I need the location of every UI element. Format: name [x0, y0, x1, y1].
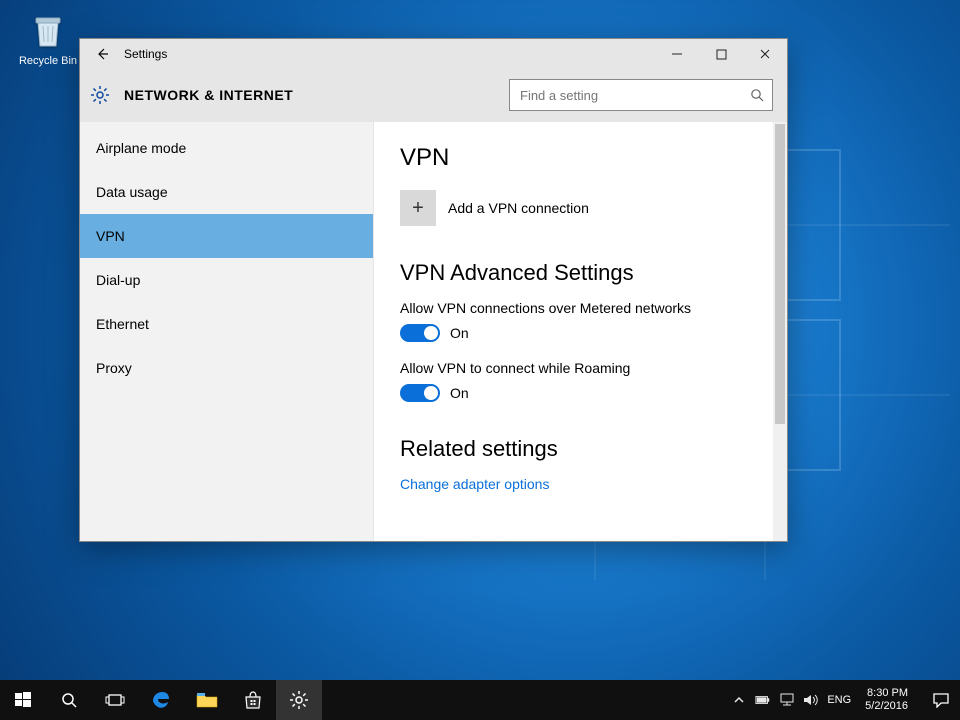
roaming-label: Allow VPN to connect while Roaming [400, 360, 747, 376]
sidebar-item-data-usage[interactable]: Data usage [80, 170, 373, 214]
settings-taskbar-button[interactable] [276, 680, 322, 720]
section-heading-related: Related settings [400, 436, 747, 462]
content-pane: VPN + Add a VPN connection VPN Advanced … [374, 122, 773, 541]
search-icon [750, 88, 764, 102]
sidebar-item-ethernet[interactable]: Ethernet [80, 302, 373, 346]
add-vpn-label: Add a VPN connection [448, 200, 589, 216]
minimize-button[interactable] [655, 39, 699, 69]
scrollbar-thumb[interactable] [775, 124, 785, 424]
change-adapter-options-link[interactable]: Change adapter options [400, 476, 747, 492]
titlebar: Settings [80, 39, 787, 69]
store-button[interactable] [230, 680, 276, 720]
back-button[interactable] [80, 39, 124, 69]
battery-icon[interactable] [755, 692, 771, 708]
close-button[interactable] [743, 39, 787, 69]
search-box[interactable] [509, 79, 773, 111]
section-heading-vpn: VPN [400, 144, 747, 172]
metered-networks-state: On [450, 325, 469, 341]
clock-date: 5/2/2016 [865, 700, 908, 713]
store-icon [243, 690, 263, 710]
search-icon [60, 691, 78, 709]
page-title: NETWORK & INTERNET [124, 87, 509, 103]
roaming-toggle[interactable] [400, 384, 440, 402]
sidebar-item-airplane-mode[interactable]: Airplane mode [80, 126, 373, 170]
edge-button[interactable] [138, 680, 184, 720]
network-icon[interactable] [779, 692, 795, 708]
sidebar-item-dial-up[interactable]: Dial-up [80, 258, 373, 302]
gear-icon [90, 85, 110, 105]
file-explorer-button[interactable] [184, 680, 230, 720]
edge-icon [150, 689, 172, 711]
folder-icon [196, 691, 218, 709]
scrollbar[interactable] [773, 122, 787, 541]
sidebar-item-vpn[interactable]: VPN [80, 214, 373, 258]
maximize-button[interactable] [699, 39, 743, 69]
window-title: Settings [124, 47, 167, 61]
task-view-button[interactable] [92, 680, 138, 720]
section-heading-vpn-advanced: VPN Advanced Settings [400, 260, 747, 286]
tray-clock[interactable]: 8:30 PM 5/2/2016 [859, 687, 914, 713]
metered-networks-label: Allow VPN connections over Metered netwo… [400, 300, 747, 316]
volume-icon[interactable] [803, 692, 819, 708]
start-button[interactable] [0, 680, 46, 720]
metered-networks-toggle[interactable] [400, 324, 440, 342]
recycle-bin-icon [26, 8, 70, 52]
clock-time: 8:30 PM [865, 687, 908, 700]
task-view-icon [105, 692, 125, 708]
recycle-bin-label: Recycle Bin [12, 55, 84, 67]
taskbar: ENG 8:30 PM 5/2/2016 [0, 680, 960, 720]
tray-chevron-up-icon[interactable] [731, 692, 747, 708]
notification-icon [932, 692, 950, 708]
search-input[interactable] [518, 87, 750, 104]
add-vpn-connection-button[interactable]: + Add a VPN connection [400, 190, 747, 226]
tray-language[interactable]: ENG [827, 694, 851, 706]
system-tray: ENG 8:30 PM 5/2/2016 [723, 680, 922, 720]
header-bar: NETWORK & INTERNET [80, 69, 787, 122]
search-button[interactable] [46, 680, 92, 720]
sidebar-item-proxy[interactable]: Proxy [80, 346, 373, 390]
recycle-bin-desktop-icon[interactable]: Recycle Bin [12, 8, 84, 67]
windows-icon [14, 691, 32, 709]
plus-icon: + [400, 190, 436, 226]
roaming-state: On [450, 385, 469, 401]
settings-window: Settings [79, 38, 788, 542]
action-center-button[interactable] [922, 680, 960, 720]
sidebar: Airplane mode Data usage VPN Dial-up Eth… [80, 122, 374, 541]
gear-icon [289, 690, 309, 710]
